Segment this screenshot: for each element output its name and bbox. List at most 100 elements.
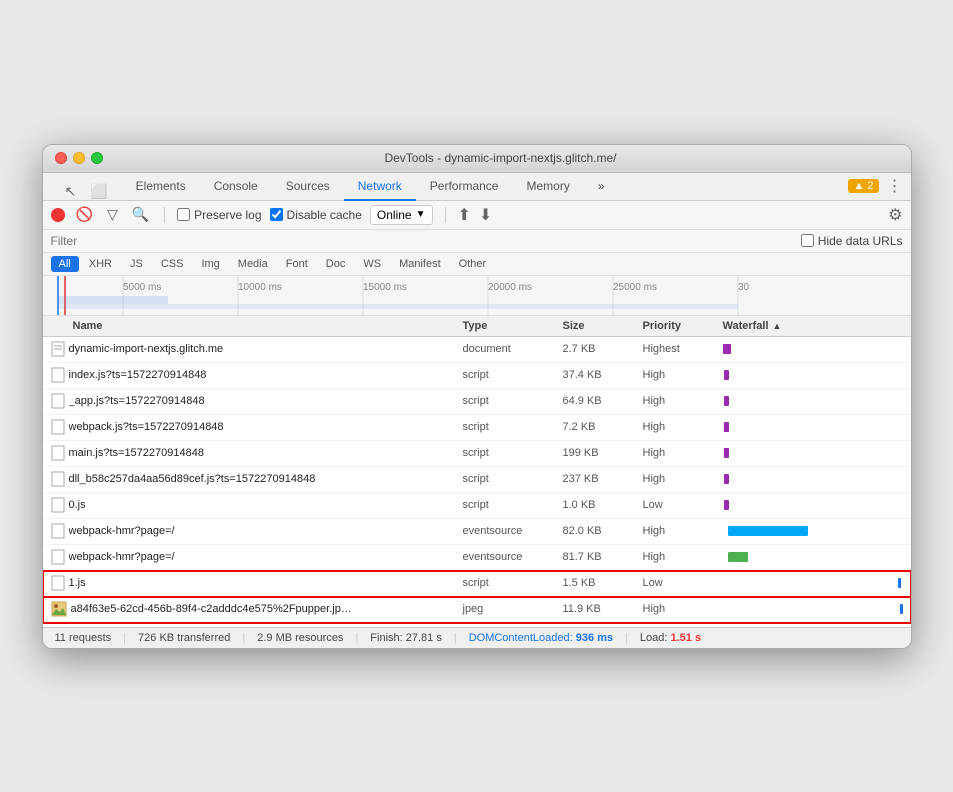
header-type[interactable]: Type	[463, 320, 563, 332]
cell-size: 11.9 KB	[563, 603, 643, 615]
preserve-log-input[interactable]	[177, 208, 190, 221]
cell-type: script	[463, 369, 563, 381]
cell-name: webpack-hmr?page=/	[43, 549, 463, 565]
cell-name: dll_b58c257da4aa56d89cef.js?ts=157227091…	[43, 471, 463, 487]
timeline-header: 5000 ms 10000 ms 15000 ms 20000 ms 25000…	[43, 276, 911, 316]
filter-all[interactable]: All	[51, 256, 79, 272]
filter-media[interactable]: Media	[230, 256, 276, 272]
table-row[interactable]: webpack-hmr?page=/ eventsource 81.7 KB H…	[43, 545, 911, 571]
svg-text:15000 ms: 15000 ms	[363, 282, 407, 293]
waterfall-bar	[724, 474, 729, 484]
svg-text:5000 ms: 5000 ms	[123, 282, 161, 293]
header-priority[interactable]: Priority	[643, 320, 723, 332]
tab-network[interactable]: Network	[344, 173, 416, 201]
header-waterfall[interactable]: Waterfall ▲	[723, 320, 911, 332]
filter-font[interactable]: Font	[278, 256, 316, 272]
table-row[interactable]: dynamic-import-nextjs.glitch.me document…	[43, 337, 911, 363]
waterfall-bar	[724, 500, 729, 510]
waterfall-bar	[728, 552, 748, 562]
cell-size: 1.0 KB	[563, 499, 643, 511]
device-toolbar[interactable]: ⬜	[84, 183, 113, 200]
doc-icon	[51, 341, 65, 357]
filter-doc[interactable]: Doc	[318, 256, 354, 272]
cell-priority: High	[643, 551, 723, 563]
filter-input[interactable]	[51, 234, 793, 248]
cell-size: 64.9 KB	[563, 395, 643, 407]
row-name: dll_b58c257da4aa56d89cef.js?ts=157227091…	[69, 473, 316, 485]
cell-type: script	[463, 395, 563, 407]
cell-waterfall	[723, 571, 911, 596]
table-row[interactable]: dll_b58c257da4aa56d89cef.js?ts=157227091…	[43, 467, 911, 493]
stop-recording-button[interactable]: 🚫	[73, 205, 96, 224]
table-row[interactable]: 0.js script 1.0 KB Low	[43, 493, 911, 519]
online-label: Online	[377, 208, 412, 222]
filter-icon-button[interactable]: ▽	[104, 205, 121, 224]
dom-content-loaded-label: DOMContentLoaded:	[469, 632, 573, 644]
warning-badge[interactable]: ▲ 2	[848, 179, 878, 193]
tab-elements[interactable]: Elements	[122, 173, 200, 201]
sep4: |	[454, 632, 457, 644]
maximize-button[interactable]	[91, 152, 103, 164]
upload-icon[interactable]: ⬆	[458, 205, 471, 225]
cell-name: 1.js	[43, 575, 463, 591]
filter-img[interactable]: Img	[193, 256, 227, 272]
disable-cache-checkbox[interactable]: Disable cache	[270, 208, 362, 222]
preserve-log-checkbox[interactable]: Preserve log	[177, 208, 261, 222]
cell-type: script	[463, 499, 563, 511]
tab-console[interactable]: Console	[200, 173, 272, 201]
row-name: 1.js	[69, 577, 86, 589]
record-button[interactable]	[51, 208, 65, 222]
timeline-chart: 5000 ms 10000 ms 15000 ms 20000 ms 25000…	[43, 276, 911, 315]
filter-js[interactable]: JS	[122, 256, 151, 272]
filter-css[interactable]: CSS	[153, 256, 192, 272]
more-menu-icon[interactable]: ⋮	[887, 176, 903, 196]
hide-data-urls-input[interactable]	[801, 234, 814, 247]
tab-more[interactable]: »	[584, 173, 619, 201]
table-row[interactable]: 1.js script 1.5 KB Low	[43, 571, 911, 597]
separator-1	[164, 207, 165, 223]
online-dropdown[interactable]: Online ▼	[370, 205, 433, 225]
filter-manifest[interactable]: Manifest	[391, 256, 449, 272]
finish-time: Finish: 27.81 s	[370, 632, 442, 644]
cell-type: eventsource	[463, 525, 563, 537]
settings-button[interactable]: ⚙	[888, 205, 902, 225]
cell-waterfall	[723, 441, 911, 466]
cell-type: script	[463, 447, 563, 459]
table-row[interactable]: a84f63e5-62cd-456b-89f4-c2adddc4e575%2Fp…	[43, 597, 911, 623]
table-row[interactable]: index.js?ts=1572270914848 script 37.4 KB…	[43, 363, 911, 389]
close-button[interactable]	[55, 152, 67, 164]
cell-name: dynamic-import-nextjs.glitch.me	[43, 341, 463, 357]
cell-waterfall	[723, 415, 911, 440]
filter-ws[interactable]: WS	[355, 256, 389, 272]
image-icon	[51, 601, 67, 617]
cursor-tool[interactable]: ↖	[59, 183, 83, 200]
table-row[interactable]: _app.js?ts=1572270914848 script 64.9 KB …	[43, 389, 911, 415]
row-name: index.js?ts=1572270914848	[69, 369, 207, 381]
header-size[interactable]: Size	[563, 320, 643, 332]
cell-priority: High	[643, 447, 723, 459]
disable-cache-input[interactable]	[270, 208, 283, 221]
table-row[interactable]: webpack-hmr?page=/ eventsource 82.0 KB H…	[43, 519, 911, 545]
hide-data-urls-checkbox[interactable]: Hide data URLs	[801, 234, 903, 248]
js-icon	[51, 419, 65, 435]
tab-performance[interactable]: Performance	[416, 173, 513, 201]
table-header: Name Type Size Priority Waterfall ▲	[43, 316, 911, 337]
cell-waterfall	[723, 467, 911, 492]
filter-other[interactable]: Other	[451, 256, 495, 272]
row-name: main.js?ts=1572270914848	[69, 447, 204, 459]
svg-text:20000 ms: 20000 ms	[488, 282, 532, 293]
devtools-window: DevTools - dynamic-import-nextjs.glitch.…	[42, 144, 912, 649]
svg-text:30: 30	[738, 282, 750, 293]
search-button[interactable]: 🔍	[129, 205, 152, 224]
table-row[interactable]: main.js?ts=1572270914848 script 199 KB H…	[43, 441, 911, 467]
filter-xhr[interactable]: XHR	[81, 256, 120, 272]
tab-sources[interactable]: Sources	[272, 173, 344, 201]
cell-type: eventsource	[463, 551, 563, 563]
traffic-lights	[55, 152, 103, 164]
table-row[interactable]: webpack.js?ts=1572270914848 script 7.2 K…	[43, 415, 911, 441]
header-name[interactable]: Name	[43, 320, 463, 332]
download-icon[interactable]: ⬇	[479, 205, 492, 225]
cell-priority: High	[643, 525, 723, 537]
tab-memory[interactable]: Memory	[512, 173, 583, 201]
minimize-button[interactable]	[73, 152, 85, 164]
